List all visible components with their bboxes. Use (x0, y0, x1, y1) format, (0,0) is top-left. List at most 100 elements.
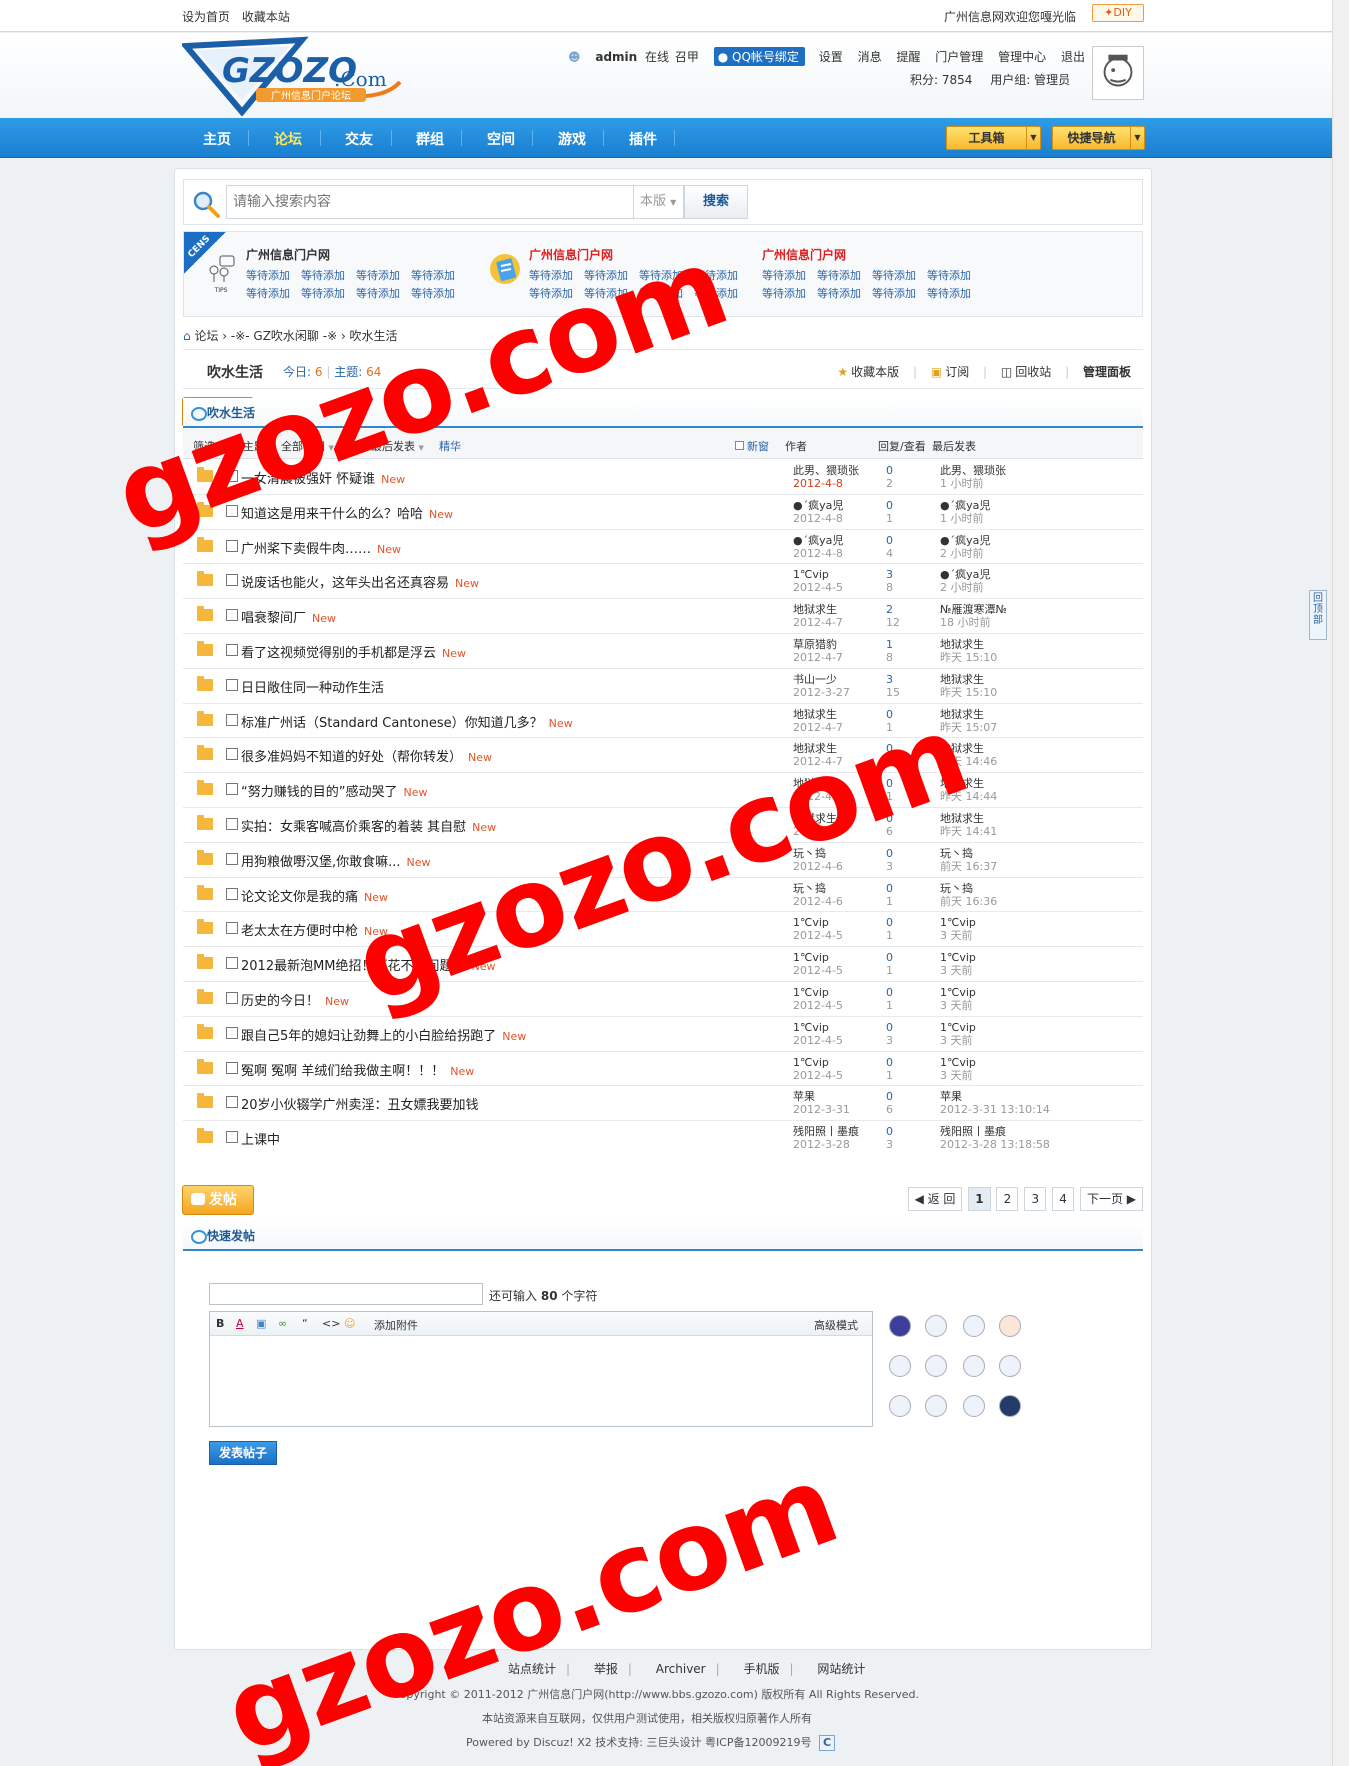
thread-last-post[interactable]: 1℃vip 3 天前 (940, 986, 976, 1012)
thread-checkbox[interactable] (226, 1026, 238, 1039)
online-status[interactable]: 在线 (645, 50, 669, 64)
home-icon[interactable]: ⌂ (183, 329, 191, 343)
quick-nav-button[interactable]: 快捷导航 ▼ (1052, 126, 1145, 150)
thread-author[interactable]: 1℃vip 2012-4-5 (793, 1056, 843, 1082)
thread-author[interactable]: 地狱求生 2012-4-7 (793, 603, 843, 629)
nav-home[interactable]: 主页 (203, 129, 231, 149)
ad-link[interactable]: 等待添加 (762, 287, 806, 300)
nav-groups[interactable]: 群组 (416, 129, 444, 149)
new-post-button-bottom[interactable]: 发帖 (182, 1185, 254, 1215)
thread-checkbox[interactable] (226, 609, 238, 622)
thread-title[interactable]: 看了这视频觉得别的手机都是浮云 New (241, 642, 466, 661)
thread-author[interactable]: 苹果 2012-3-31 (793, 1090, 850, 1116)
bold-icon[interactable]: B (216, 1317, 224, 1330)
admin-center-link[interactable]: 管理中心 (998, 50, 1046, 64)
smiley-icon[interactable] (889, 1355, 911, 1377)
thread-checkbox[interactable] (226, 748, 238, 761)
ad-link[interactable]: 等待添加 (246, 287, 290, 300)
nav-plugins[interactable]: 插件 (629, 129, 657, 149)
search-scope-select[interactable]: 本版 ▼ (634, 185, 684, 219)
thread-checkbox[interactable] (226, 678, 238, 691)
thread-checkbox[interactable] (226, 817, 238, 830)
ad-link[interactable]: 等待添加 (872, 269, 916, 282)
thread-author[interactable]: ●´疯ya児 2012-4-8 (793, 499, 843, 525)
new-window-checkbox[interactable]: 新窗 (735, 438, 769, 454)
thread-checkbox[interactable] (226, 957, 238, 970)
thread-checkbox[interactable] (226, 922, 238, 935)
messages-link[interactable]: 消息 (858, 50, 882, 64)
thread-author[interactable]: 玩丶捣 2012-4-6 (793, 882, 843, 908)
diy-button[interactable]: ✦DIY (1092, 4, 1144, 22)
quote-icon[interactable]: “ (302, 1317, 308, 1330)
smiley-icon[interactable] (963, 1395, 985, 1417)
thread-title[interactable]: 日日敞住同一种动作生活 (241, 677, 384, 696)
thread-author[interactable]: 草原猎豹 2012-4-7 (793, 638, 843, 664)
portal-admin-link[interactable]: 门户管理 (935, 50, 983, 64)
thread-title[interactable]: 标准广州话（Standard Cantonese）你知道几多？ New (241, 712, 573, 731)
bookmark-link[interactable]: 收藏本站 (242, 10, 290, 24)
thread-author[interactable]: 残阳照丨墨痕 2012-3-28 (793, 1125, 859, 1151)
ad-link[interactable]: 等待添加 (411, 287, 455, 300)
thread-author[interactable]: 此男、猥琐张 2012-4-8 (793, 464, 859, 490)
thread-checkbox[interactable] (226, 887, 238, 900)
thread-title[interactable]: “努力赚钱的目的”感动哭了 New (241, 781, 427, 800)
notices-link[interactable]: 提醒 (896, 50, 920, 64)
report-link[interactable]: 举报 (594, 1662, 618, 1676)
ad-link[interactable]: 等待添加 (246, 269, 290, 282)
ad-link[interactable]: 等待添加 (411, 269, 455, 282)
search-input[interactable] (226, 185, 634, 219)
set-home-link[interactable]: 设为首页 (182, 10, 230, 24)
smiley-icon[interactable] (889, 1315, 911, 1337)
thread-checkbox[interactable] (226, 643, 238, 656)
smiley-icon[interactable] (963, 1355, 985, 1377)
mobile-link[interactable]: 手机版 (744, 1662, 780, 1676)
smiley-icon[interactable] (925, 1395, 947, 1417)
ad-link[interactable]: 等待添加 (356, 269, 400, 282)
smiley-icon[interactable] (999, 1355, 1021, 1377)
ad-link[interactable]: 等待添加 (301, 287, 345, 300)
recycle-bin-link[interactable]: 回收站 (1015, 365, 1051, 379)
ad-link[interactable]: 等待添加 (927, 287, 971, 300)
vertical-scrollbar[interactable] (1332, 0, 1349, 1766)
smiley-icon[interactable]: ☺ (344, 1317, 355, 1330)
thread-title[interactable]: 实拍：女乘客喊高价乘客的着装 其自慰 New (241, 816, 496, 835)
thread-checkbox[interactable] (226, 1061, 238, 1074)
thread-last-post[interactable]: 此男、猥琐张 1 小时前 (940, 464, 1006, 490)
breadcrumb-trail[interactable]: 论坛 › -※- GZ吹水闲聊 -※ › 吹水生活 (194, 329, 397, 343)
thread-author[interactable]: ●´疯ya児 2012-4-8 (793, 534, 843, 560)
smiley-icon[interactable] (889, 1395, 911, 1417)
thread-last-post[interactable]: 玩丶捣 前天 16:37 (940, 847, 997, 873)
thread-last-post[interactable]: 1℃vip 3 天前 (940, 951, 976, 977)
thread-title[interactable]: 冤啊 冤啊 羊绒们给我做主啊！！！ New (241, 1060, 474, 1079)
avatar[interactable] (1092, 46, 1144, 100)
thread-checkbox[interactable] (226, 1131, 238, 1144)
scroll-to-top-button[interactable]: 回顶部 (1309, 590, 1327, 640)
thread-last-post[interactable]: 苹果 2012-3-31 13:10:14 (940, 1090, 1050, 1116)
thread-last-post[interactable]: 1℃vip 3 天前 (940, 1056, 976, 1082)
thread-title[interactable]: 20岁小伙辍学广州卖淫：丑女嫖我要加钱 (241, 1094, 479, 1113)
thread-checkbox[interactable] (226, 1096, 238, 1109)
nav-games[interactable]: 游戏 (558, 129, 586, 149)
thread-title[interactable]: 上课中 (241, 1129, 280, 1148)
thread-last-post[interactable]: 1℃vip 3 天前 (940, 1021, 976, 1047)
page-4[interactable]: 4 (1052, 1187, 1075, 1211)
smiley-icon[interactable] (925, 1355, 947, 1377)
page-2[interactable]: 2 (996, 1187, 1019, 1211)
ad-link[interactable]: 等待添加 (872, 287, 916, 300)
ad-link[interactable]: 等待添加 (927, 269, 971, 282)
advanced-mode-link[interactable]: 高级模式 (814, 1317, 858, 1333)
thread-title[interactable]: 用狗粮做嘢汉堡,你敢食嘛... New (241, 851, 431, 870)
thread-checkbox[interactable] (226, 783, 238, 796)
link-icon[interactable]: ∞ (278, 1317, 287, 1330)
back-button[interactable]: ◀ 返 回 (907, 1187, 963, 1211)
code-icon[interactable]: <> (322, 1317, 340, 1330)
post-editor[interactable]: B A ▣ ∞ “ <> ☺ 添加附件 高级模式 (209, 1311, 873, 1427)
thread-last-post[interactable]: 玩丶捣 前天 16:36 (940, 882, 997, 908)
thread-last-post[interactable]: 地狱求生 昨天 15:10 (940, 673, 997, 699)
ad-group-title[interactable]: 广州信息门户网 (246, 246, 466, 263)
smiley-icon[interactable] (925, 1315, 947, 1337)
web-stats-link[interactable]: 网站统计 (817, 1662, 865, 1676)
ad-group-title[interactable]: 广州信息门户网 (762, 246, 982, 263)
thread-last-post[interactable]: №雁渡寒潭№ 18 小时前 (940, 603, 1007, 629)
thread-author[interactable]: 1℃vip 2012-4-5 (793, 951, 843, 977)
